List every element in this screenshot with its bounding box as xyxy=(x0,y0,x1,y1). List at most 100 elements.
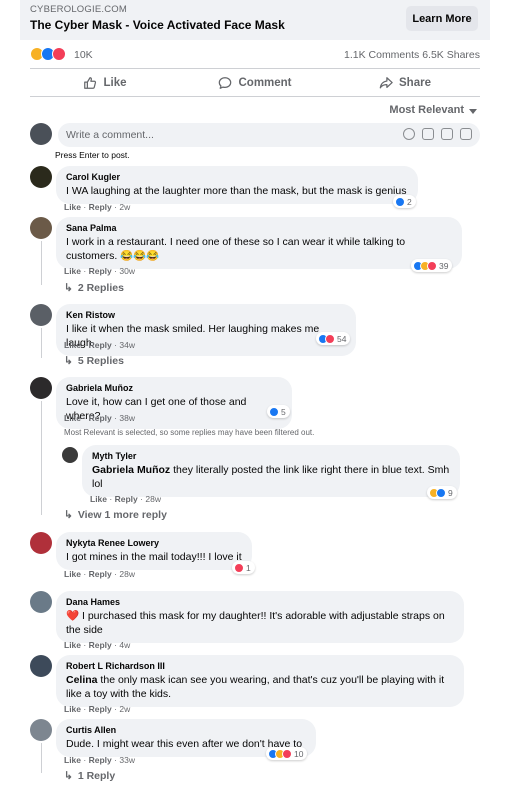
commenter-name[interactable]: Gabriela Muñoz xyxy=(66,382,282,395)
reply-link[interactable]: Reply xyxy=(89,266,112,276)
love-icon xyxy=(52,47,66,61)
reaction-count[interactable]: 10K xyxy=(74,49,93,61)
mention-link[interactable]: Celina xyxy=(66,674,98,686)
reply-link[interactable]: Reply xyxy=(89,413,112,423)
comment-reactions[interactable]: 2 xyxy=(393,195,416,208)
timestamp[interactable]: 2w xyxy=(119,202,130,212)
comment-label: Comment xyxy=(238,77,292,89)
comment-reactions[interactable]: 1 xyxy=(232,561,255,574)
comment-reactions[interactable]: 39 xyxy=(411,259,453,272)
replies-label: 1 Reply xyxy=(77,770,116,782)
camera-icon[interactable] xyxy=(422,128,434,140)
like-link[interactable]: Like xyxy=(90,494,107,504)
learn-more-button[interactable]: Learn More xyxy=(406,6,478,31)
like-link[interactable]: Like xyxy=(64,755,81,765)
avatar[interactable] xyxy=(30,377,52,399)
timestamp[interactable]: 28w xyxy=(145,494,161,504)
comment-bubble: Carol Kugler I WA laughing at the laught… xyxy=(56,166,418,204)
like-link[interactable]: Like xyxy=(64,413,81,423)
comment-reactions[interactable]: 54 xyxy=(316,332,351,345)
timestamp[interactable]: 30w xyxy=(119,266,135,276)
timestamp[interactable]: 38w xyxy=(119,413,135,423)
avatar[interactable] xyxy=(30,166,52,188)
commenter-name[interactable]: Curtis Allen xyxy=(66,724,306,737)
like-link[interactable]: Like xyxy=(64,640,81,650)
comment-meta: Like · Reply · 4w xyxy=(64,640,130,650)
reply-link[interactable]: Reply xyxy=(89,704,112,714)
view-more-replies-link[interactable]: ↳ View 1 more reply xyxy=(64,509,167,521)
reply-link[interactable]: Reply xyxy=(89,640,112,650)
like-icon xyxy=(269,406,279,417)
comment-reactions[interactable]: 5 xyxy=(267,405,290,418)
post-stats: 10K 1.1K Comments 6.5K Shares xyxy=(30,47,480,63)
reply-link[interactable]: Reply xyxy=(89,202,112,212)
avatar[interactable] xyxy=(30,655,52,677)
timestamp[interactable]: 4w xyxy=(119,640,130,650)
comment-body: the only mask ican see you wearing, and … xyxy=(66,674,445,700)
avatar[interactable] xyxy=(30,217,52,239)
separator: · xyxy=(114,755,117,765)
commenter-name[interactable]: Myth Tyler xyxy=(92,450,450,463)
timestamp[interactable]: 34w xyxy=(119,340,135,350)
commenter-name[interactable]: Dana Hames xyxy=(66,596,454,609)
avatar[interactable] xyxy=(30,719,52,741)
separator: · xyxy=(83,704,87,714)
reply-reactions[interactable]: 9 xyxy=(427,486,457,499)
comment-input[interactable]: Write a comment... xyxy=(58,123,480,147)
avatar[interactable] xyxy=(30,304,52,326)
comment-button[interactable]: Comment xyxy=(180,70,330,96)
commenter-name[interactable]: Robert L Richardson III xyxy=(66,660,454,673)
reply-link[interactable]: Reply xyxy=(89,569,112,579)
filtered-notice: Most Relevant is selected, so some repli… xyxy=(64,428,315,437)
like-link[interactable]: Like xyxy=(64,266,81,276)
timestamp[interactable]: 33w xyxy=(119,755,135,765)
reply-link[interactable]: Reply xyxy=(115,494,138,504)
timestamp[interactable]: 28w xyxy=(119,569,135,579)
avatar[interactable] xyxy=(30,591,52,613)
like-link[interactable]: Like xyxy=(64,569,81,579)
like-link[interactable]: Like xyxy=(64,340,81,350)
avatar[interactable] xyxy=(62,447,78,463)
reply-arrow-icon: ↳ xyxy=(64,282,73,294)
link-title[interactable]: The Cyber Mask - Voice Activated Face Ma… xyxy=(30,18,285,32)
post-actions: Like Comment Share xyxy=(30,70,480,96)
view-replies-link[interactable]: ↳ 5 Replies xyxy=(64,355,124,367)
comments-count[interactable]: 1.1K Comments xyxy=(344,49,419,61)
comment-reactions[interactable]: 10 xyxy=(266,747,308,760)
commenter-name[interactable]: Nykyta Renee Lowery xyxy=(66,537,242,550)
like-link[interactable]: Like xyxy=(64,202,81,212)
reaction-icons[interactable] xyxy=(30,47,66,61)
commenter-name[interactable]: Ken Ristow xyxy=(66,309,346,322)
comment-bubble: Sana Palma I work in a restaurant. I nee… xyxy=(56,217,462,269)
commenter-name[interactable]: Carol Kugler xyxy=(66,171,408,184)
sticker-icon[interactable] xyxy=(460,128,472,140)
commenter-name[interactable]: Sana Palma xyxy=(66,222,452,235)
emoji-icon[interactable] xyxy=(403,128,415,140)
shares-count[interactable]: 6.5K Shares xyxy=(422,49,480,61)
reply-link[interactable]: Reply xyxy=(89,340,112,350)
separator: · xyxy=(114,569,117,579)
reply-arrow-icon: ↳ xyxy=(64,770,73,782)
link-domain: CYBEROLOGIE.COM xyxy=(30,4,127,15)
avatar[interactable] xyxy=(30,532,52,554)
like-link[interactable]: Like xyxy=(64,704,81,714)
separator: · xyxy=(83,340,87,350)
love-icon xyxy=(234,562,244,573)
avatar[interactable] xyxy=(30,123,52,145)
comment-text: Celina the only mask ican see you wearin… xyxy=(66,673,454,701)
timestamp[interactable]: 2w xyxy=(119,704,130,714)
reply-bubble: Myth Tyler Gabriela Muñoz they literally… xyxy=(82,445,460,497)
reply-arrow-icon: ↳ xyxy=(64,355,73,367)
reply-text: Gabriela Muñoz they literally posted the… xyxy=(92,463,450,491)
view-replies-link[interactable]: ↳ 1 Reply xyxy=(64,770,115,782)
comment-bubble: Dana Hames ❤️ I purchased this mask for … xyxy=(56,591,464,643)
sort-dropdown[interactable]: Most Relevant xyxy=(389,104,477,116)
mention-link[interactable]: Gabriela Muñoz xyxy=(92,464,170,476)
link-preview-card[interactable]: CYBEROLOGIE.COM The Cyber Mask - Voice A… xyxy=(20,0,490,40)
reaction-count: 9 xyxy=(448,487,453,498)
gif-icon[interactable] xyxy=(441,128,453,140)
view-replies-link[interactable]: ↳ 2 Replies xyxy=(64,282,124,294)
share-button[interactable]: Share xyxy=(330,70,480,96)
like-button[interactable]: Like xyxy=(30,70,180,96)
reply-link[interactable]: Reply xyxy=(89,755,112,765)
